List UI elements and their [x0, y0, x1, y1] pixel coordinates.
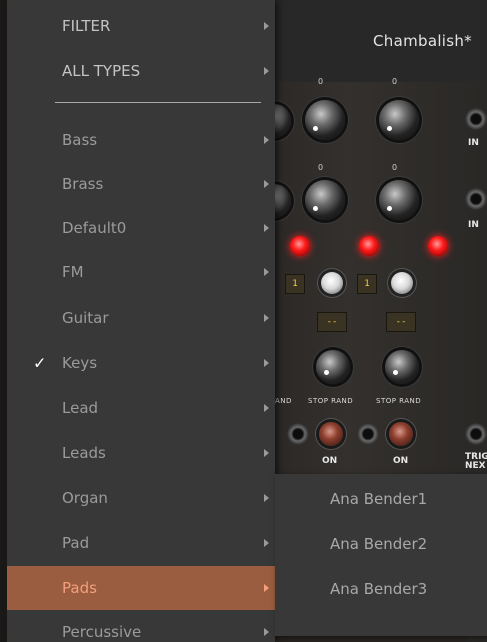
menu-item-label: ALL TYPES [62, 62, 141, 80]
menu-item-label: Leads [62, 444, 106, 462]
submenu-item-label: Ana Bender1 [330, 490, 428, 508]
pads-submenu: Ana Bender1 Ana Bender2 Ana Bender3 [275, 474, 487, 636]
chevron-right-icon [264, 314, 269, 322]
menu-item-label: Pads [62, 579, 97, 597]
red-led [290, 236, 310, 256]
preset-bar: Chambalish* [255, 0, 487, 82]
tick-label: 0 [392, 77, 398, 86]
submenu-item-ana-bender2[interactable]: Ana Bender2 [275, 522, 487, 566]
submenu-item-label: Ana Bender2 [330, 535, 428, 553]
knob[interactable] [316, 350, 350, 384]
lcd-display: -- [386, 312, 416, 332]
white-button[interactable] [321, 272, 343, 294]
app-root: Chambalish* 0 0 IN 0 0 IN 1 1 -- -- AND … [0, 0, 487, 642]
red-led [359, 236, 379, 256]
menu-item-label: Brass [62, 175, 104, 193]
stop-rand-label: STOP RAND [376, 397, 422, 405]
submenu-item-label: Ana Bender3 [330, 580, 428, 598]
menu-item-label: Default0 [62, 219, 127, 237]
menu-item-fm[interactable]: FM [7, 250, 275, 294]
chevron-right-icon [264, 268, 269, 276]
chevron-right-icon [264, 22, 269, 30]
chevron-right-icon [264, 404, 269, 412]
menu-item-all-types[interactable]: ALL TYPES [7, 49, 275, 93]
menu-item-default0[interactable]: Default0 [7, 206, 275, 250]
on-label: ON [322, 456, 338, 466]
knob[interactable] [305, 180, 345, 220]
menu-item-label: Lead [62, 399, 99, 417]
chevron-right-icon [264, 449, 269, 457]
input-jack[interactable] [465, 108, 487, 130]
tick-label: 0 [318, 77, 324, 86]
input-jack[interactable] [465, 423, 487, 445]
knob[interactable] [379, 100, 419, 140]
menu-item-filter[interactable]: FILTER [7, 4, 275, 48]
menu-item-guitar[interactable]: Guitar [7, 296, 275, 340]
preset-filter-menu: FILTER ALL TYPES Bass Brass Default0 FM … [7, 0, 275, 642]
menu-item-organ[interactable]: Organ [7, 476, 275, 520]
chevron-right-icon [264, 224, 269, 232]
knob[interactable] [305, 100, 345, 140]
menu-item-label: Pad [62, 534, 90, 552]
white-button[interactable] [391, 272, 413, 294]
submenu-item-ana-bender1[interactable]: Ana Bender1 [275, 477, 487, 521]
lcd-display: 1 [285, 274, 305, 294]
menu-item-leads[interactable]: Leads [7, 431, 275, 475]
chevron-right-icon [264, 136, 269, 144]
chevron-right-icon [264, 584, 269, 592]
preset-name[interactable]: Chambalish* [373, 32, 472, 50]
on-label: ON [393, 456, 409, 466]
menu-item-lead[interactable]: Lead [7, 386, 275, 430]
menu-item-brass[interactable]: Brass [7, 162, 275, 206]
input-jack[interactable] [465, 188, 487, 210]
lcd-display: 1 [357, 274, 377, 294]
menu-item-pads[interactable]: Pads [7, 566, 275, 610]
on-lamp[interactable] [319, 422, 343, 446]
chevron-right-icon [264, 628, 269, 636]
menu-item-pad[interactable]: Pad [7, 521, 275, 565]
menu-item-label: Guitar [62, 309, 109, 327]
menu-item-label: Percussive [62, 623, 142, 641]
menu-item-label: Keys [62, 354, 98, 372]
knob[interactable] [385, 350, 419, 384]
next-label: NEX [465, 461, 486, 471]
in-label: IN [468, 138, 479, 148]
on-lamp[interactable] [389, 422, 413, 446]
tick-label: 0 [318, 163, 324, 172]
input-jack[interactable] [357, 423, 379, 445]
knob[interactable] [379, 180, 419, 220]
tick-label: 0 [392, 163, 398, 172]
menu-item-label: FM [62, 263, 84, 281]
menu-item-bass[interactable]: Bass [7, 118, 275, 162]
in-label: IN [468, 220, 479, 230]
submenu-item-ana-bender3[interactable]: Ana Bender3 [275, 567, 487, 611]
chevron-right-icon [264, 67, 269, 75]
menu-item-keys[interactable]: ✓ Keys [7, 341, 275, 385]
checkmark-icon: ✓ [33, 353, 47, 373]
chevron-right-icon [264, 359, 269, 367]
menu-item-label: Organ [62, 489, 108, 507]
chevron-right-icon [264, 539, 269, 547]
input-jack[interactable] [287, 423, 309, 445]
menu-item-label: Bass [62, 131, 98, 149]
stop-rand-label: STOP RAND [308, 397, 354, 405]
lcd-display: -- [317, 312, 347, 332]
and-label: AND [275, 397, 292, 405]
menu-item-percussive[interactable]: Percussive [7, 610, 275, 642]
menu-item-label: FILTER [62, 17, 111, 35]
menu-divider [55, 102, 261, 103]
chevron-right-icon [264, 494, 269, 502]
chevron-right-icon [264, 180, 269, 188]
red-led [428, 236, 448, 256]
